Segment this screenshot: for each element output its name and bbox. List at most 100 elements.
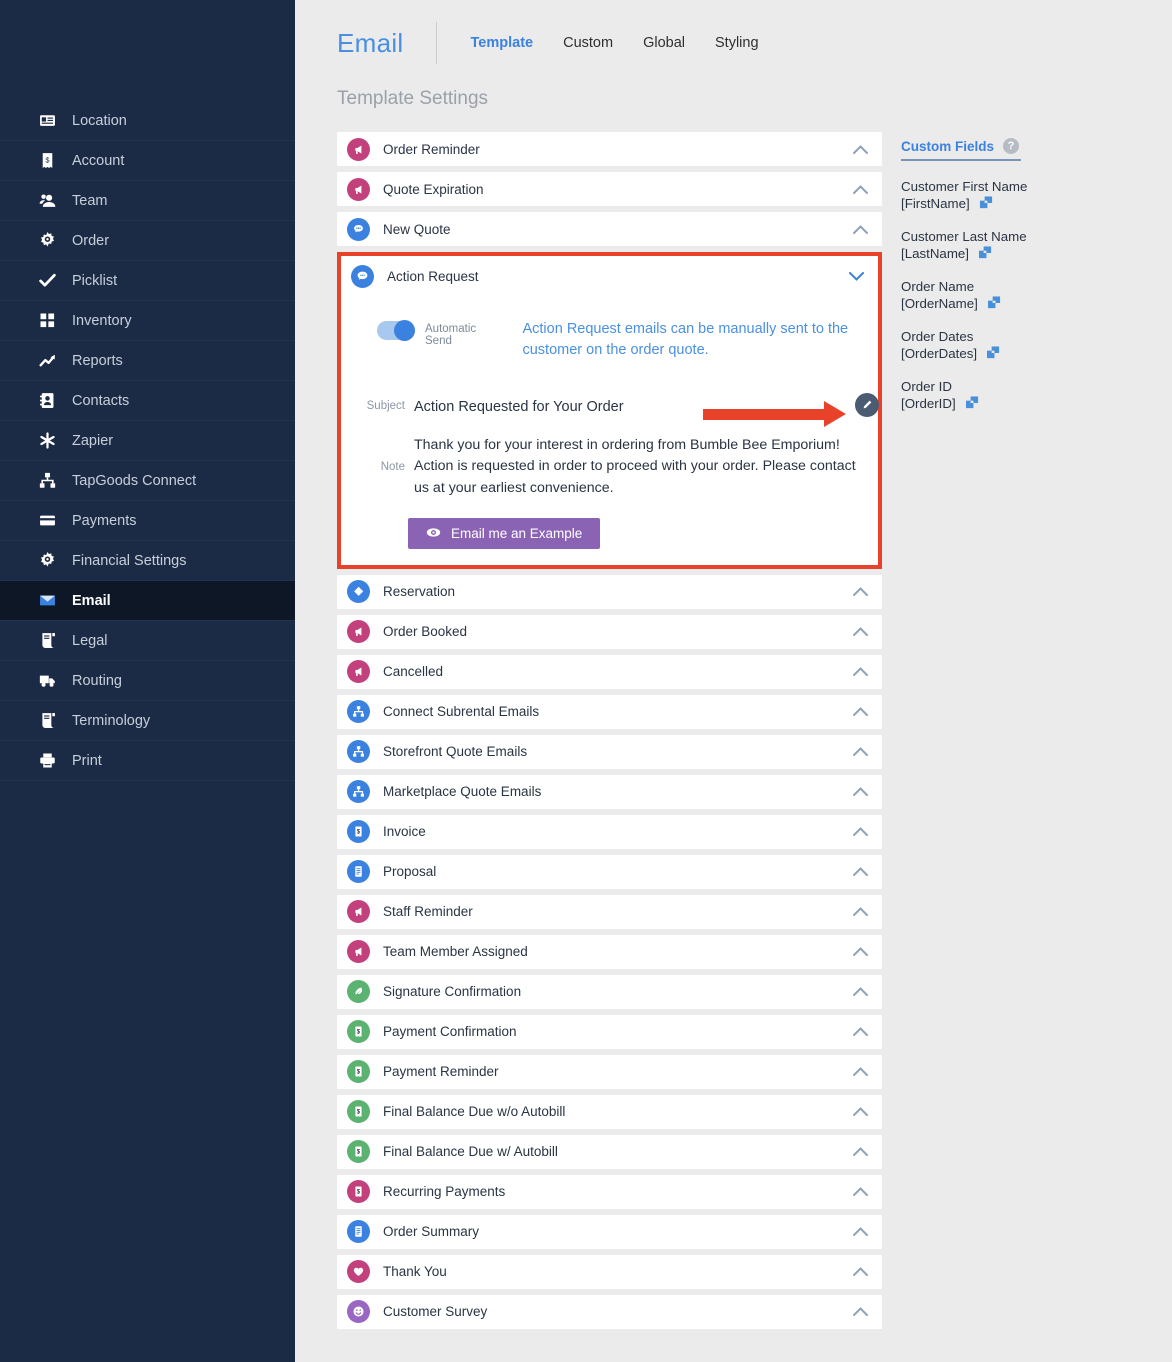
sidebar-item-email[interactable]: Email — [0, 581, 295, 621]
chevron-up-icon[interactable] — [853, 707, 868, 717]
chevron-up-icon[interactable] — [853, 224, 868, 234]
template-row-label: Payment Confirmation — [383, 1024, 517, 1040]
template-row[interactable]: Proposal — [337, 854, 882, 889]
edit-pencil-icon[interactable] — [855, 393, 879, 418]
template-row[interactable]: Thank You — [337, 1254, 882, 1289]
template-row[interactable]: Order Summary — [337, 1214, 882, 1249]
chevron-up-icon[interactable] — [853, 1187, 868, 1197]
sidebar-item-terminology[interactable]: Terminology — [0, 701, 295, 741]
template-row[interactable]: $ Final Balance Due w/o Autobill — [337, 1094, 882, 1129]
chevron-up-icon[interactable] — [853, 587, 868, 597]
chevron-up-icon[interactable] — [853, 144, 868, 154]
money-icon: $ — [347, 1100, 370, 1124]
template-row[interactable]: $ Invoice — [337, 814, 882, 849]
copy-icon[interactable] — [987, 296, 1002, 310]
copy-icon[interactable] — [978, 246, 993, 260]
copy-icon[interactable] — [986, 346, 1001, 360]
chevron-up-icon[interactable] — [853, 1067, 868, 1077]
chevron-down-icon[interactable] — [849, 271, 864, 281]
custom-field-token-row: [OrderDates] — [901, 346, 1131, 361]
tab-global[interactable]: Global — [643, 35, 685, 51]
chevron-up-icon[interactable] — [853, 1307, 868, 1317]
sidebar-item-picklist[interactable]: Picklist — [0, 261, 295, 301]
chevron-up-icon[interactable] — [853, 184, 868, 194]
chevron-up-icon[interactable] — [853, 667, 868, 677]
chevron-up-icon[interactable] — [853, 1227, 868, 1237]
custom-fields-title: Custom Fields — [901, 138, 995, 154]
template-row[interactable]: Order Booked — [337, 614, 882, 649]
note-value: Thank you for your interest in ordering … — [414, 436, 856, 496]
sidebar-item-tapgoods-connect[interactable]: TapGoods Connect — [0, 461, 295, 501]
chevron-up-icon[interactable] — [853, 1267, 868, 1277]
chevron-up-icon[interactable] — [853, 827, 868, 837]
template-row[interactable]: New Quote — [337, 212, 882, 246]
sidebar-item-legal[interactable]: Legal — [0, 621, 295, 661]
template-row[interactable]: Customer Survey — [337, 1294, 882, 1329]
chevron-up-icon[interactable] — [853, 947, 868, 957]
template-row[interactable]: $ Recurring Payments — [337, 1174, 882, 1209]
template-row[interactable]: $ Payment Reminder — [337, 1054, 882, 1089]
copy-icon[interactable] — [979, 196, 994, 210]
custom-field-item: Customer Last Name [LastName] — [901, 228, 1131, 261]
chevron-up-icon[interactable] — [853, 747, 868, 757]
automatic-send-toggle[interactable] — [377, 320, 415, 341]
subject-row: Subject Action Requested for Your Order — [363, 393, 879, 428]
template-row[interactable]: Connect Subrental Emails — [337, 694, 882, 729]
asterisk-icon — [36, 431, 58, 451]
sidebar-item-reports[interactable]: Reports — [0, 341, 295, 381]
chevron-up-icon[interactable] — [853, 867, 868, 877]
toggle-knob — [394, 320, 415, 341]
template-row-label: Marketplace Quote Emails — [383, 784, 542, 800]
sidebar-item-financial-settings[interactable]: Financial Settings — [0, 541, 295, 581]
help-icon[interactable]: ? — [1003, 138, 1020, 154]
tab-custom[interactable]: Custom — [563, 35, 613, 51]
chevron-up-icon[interactable] — [853, 627, 868, 637]
template-row[interactable]: Storefront Quote Emails — [337, 734, 882, 769]
chevron-up-icon[interactable] — [853, 1107, 868, 1117]
template-row-label: Recurring Payments — [383, 1184, 506, 1200]
sidebar-item-routing[interactable]: Routing — [0, 661, 295, 701]
sidebar-item-label: Payments — [72, 512, 137, 529]
template-list: Order Reminder Quote Expiration New Quot… — [337, 132, 882, 1335]
chevron-up-icon[interactable] — [853, 787, 868, 797]
chevron-up-icon[interactable] — [853, 1027, 868, 1037]
template-row[interactable]: Team Member Assigned — [337, 934, 882, 969]
custom-field-name: Customer First Name — [901, 179, 1028, 194]
automatic-send-label: Automatic Send — [425, 323, 477, 347]
sidebar-item-order[interactable]: Order — [0, 221, 295, 261]
sidebar-item-contacts[interactable]: Contacts — [0, 381, 295, 421]
receipt-icon: $ — [36, 151, 58, 171]
sidebar-item-label: Routing — [72, 672, 122, 689]
template-row[interactable]: $ Final Balance Due w/ Autobill — [337, 1134, 882, 1169]
template-row[interactable]: Order Reminder — [337, 132, 882, 166]
template-row[interactable]: Reservation — [337, 574, 882, 609]
chevron-up-icon[interactable] — [853, 1147, 868, 1157]
email-me-an-example-button[interactable]: Email me an Example — [408, 517, 601, 549]
sidebar-item-location[interactable]: Location — [0, 101, 295, 141]
copy-icon[interactable] — [965, 396, 980, 410]
custom-field-item: Order Dates [OrderDates] — [901, 328, 1131, 361]
template-row[interactable]: Marketplace Quote Emails — [337, 774, 882, 809]
sidebar-item-payments[interactable]: Payments — [0, 501, 295, 541]
template-row-label: Signature Confirmation — [383, 984, 522, 1000]
tab-styling[interactable]: Styling — [715, 35, 759, 51]
users-icon — [36, 191, 58, 211]
sidebar-item-team[interactable]: Team — [0, 181, 295, 221]
tab-template[interactable]: Template — [471, 35, 534, 51]
chevron-up-icon[interactable] — [853, 987, 868, 997]
template-row[interactable]: Quote Expiration — [337, 172, 882, 206]
gear-icon — [36, 551, 58, 571]
template-row[interactable]: Staff Reminder — [337, 894, 882, 929]
chevron-up-icon[interactable] — [853, 907, 868, 917]
sidebar-item-inventory[interactable]: Inventory — [0, 301, 295, 341]
sidebar-item-print[interactable]: Print — [0, 741, 295, 781]
template-row[interactable]: Cancelled — [337, 654, 882, 689]
template-row[interactable]: $ Payment Confirmation — [337, 1014, 882, 1049]
template-row-action-request[interactable]: Action Request — [341, 259, 878, 293]
sidebar-item-zapier[interactable]: Zapier — [0, 421, 295, 461]
custom-field-token: [OrderName] — [901, 295, 978, 311]
sidebar-item-label: Zapier — [72, 432, 114, 449]
sidebar-item-account[interactable]: $ Account — [0, 141, 295, 181]
template-row-label: Storefront Quote Emails — [383, 744, 528, 760]
template-row[interactable]: Signature Confirmation — [337, 974, 882, 1009]
